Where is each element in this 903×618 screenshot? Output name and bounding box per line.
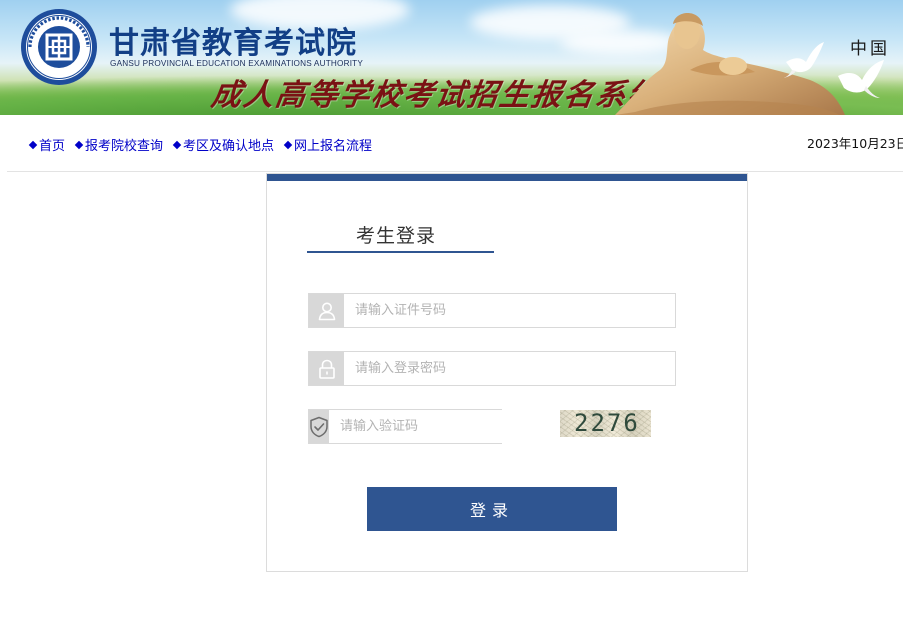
header-divider <box>7 171 903 172</box>
login-button[interactable]: 登录 <box>367 487 617 531</box>
dove-icon <box>838 60 884 98</box>
header-banner: 甘肃省教育考试院 GANSU PROVINCIAL EDUCATION EXAM… <box>0 0 903 115</box>
panel-top-bar <box>267 174 747 181</box>
bullet-icon <box>74 140 84 149</box>
id-number-input[interactable] <box>344 294 675 327</box>
nav-link-home[interactable]: 首页 <box>28 135 66 154</box>
nav-link-label: 网上报名流程 <box>294 139 373 154</box>
nav-link-label: 首页 <box>39 139 66 154</box>
password-field <box>308 351 676 386</box>
system-title: 成人高等学校考试招生报名系统 <box>209 78 662 113</box>
password-input[interactable] <box>344 352 675 385</box>
bullet-icon <box>172 140 182 149</box>
dove-icon <box>784 42 824 78</box>
login-title: 考生登录 <box>356 225 437 247</box>
top-nav: 首页 报考院校查询 考区及确认地点 网上报名流程 <box>28 135 383 154</box>
captcha-image[interactable]: 2276 <box>560 410 651 437</box>
user-icon <box>309 294 344 327</box>
captcha-input[interactable] <box>329 410 510 443</box>
country-label: 中国 <box>850 39 890 59</box>
nav-link-registration-process[interactable]: 网上报名流程 <box>283 135 373 154</box>
nav-link-label: 报考院校查询 <box>85 139 164 154</box>
login-title-underline <box>307 251 494 253</box>
current-date: 2023年10月23日 <box>807 136 903 151</box>
nav-link-college-query[interactable]: 报考院校查询 <box>74 135 164 154</box>
nav-link-label: 考区及确认地点 <box>183 139 275 154</box>
id-number-field <box>308 293 676 328</box>
captcha-code: 2276 <box>574 410 640 437</box>
org-name-cn: 甘肃省教育考试院 <box>109 26 357 61</box>
login-panel: 考生登录 请输入证件号码 请输入验证码 2276 登录 <box>266 173 748 572</box>
bullet-icon <box>28 140 38 149</box>
lock-icon <box>309 352 344 385</box>
nav-link-exam-areas[interactable]: 考区及确认地点 <box>172 135 275 154</box>
authority-logo <box>21 9 97 85</box>
bullet-icon <box>283 140 293 149</box>
captcha-field <box>308 409 510 444</box>
shield-check-icon <box>309 410 329 443</box>
org-name-en: GANSU PROVINCIAL EDUCATION EXAMINATIONS … <box>110 59 364 68</box>
